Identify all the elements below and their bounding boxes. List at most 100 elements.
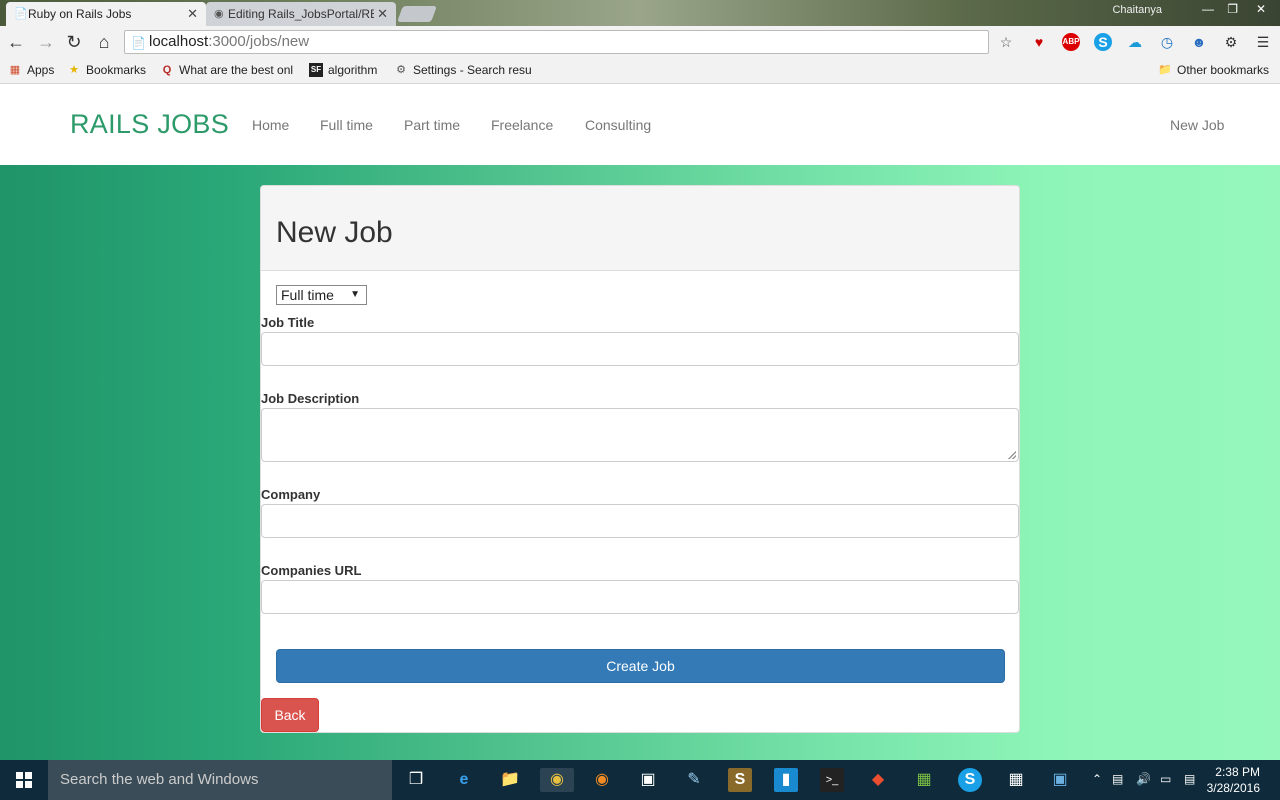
bookmark-label: algorithm (328, 63, 378, 77)
bookmark-algorithm[interactable]: SF algorithm (309, 63, 377, 77)
edge-icon[interactable]: e (452, 768, 476, 792)
close-window-icon[interactable]: ✕ (1256, 2, 1266, 16)
create-job-button[interactable]: Create Job (276, 649, 1005, 683)
skype-extension-icon[interactable]: S (1094, 33, 1112, 51)
new-job-panel: New Job Full time ▼ Job Title Job Descri… (260, 185, 1020, 733)
windows-taskbar: Search the web and Windows ❒ e 📁 ◉ ◉ ▣ ✎… (0, 760, 1280, 800)
back-arrow-icon[interactable]: ← (6, 32, 26, 52)
nav-link-home[interactable]: Home (252, 117, 289, 133)
task-view-icon[interactable]: ❒ (404, 768, 428, 792)
rails-extension-icon[interactable]: ♥ (1030, 33, 1048, 51)
home-icon[interactable]: ⌂ (94, 32, 114, 52)
nav-link-consulting[interactable]: Consulting (585, 117, 651, 133)
forward-arrow-icon[interactable]: → (36, 32, 56, 52)
close-icon[interactable]: ✕ (187, 6, 198, 22)
quora-icon: Q (162, 64, 172, 76)
star-icon: ★ (69, 64, 79, 76)
bookmark-star-icon[interactable]: ☆ (997, 33, 1015, 51)
history-icon[interactable]: ◷ (1158, 33, 1176, 51)
company-input[interactable] (261, 504, 1019, 538)
photos-icon[interactable]: ▣ (1048, 768, 1072, 792)
sf-icon: SF (309, 63, 323, 77)
close-icon[interactable]: ✕ (377, 6, 388, 22)
ghost-extension-icon[interactable]: ☁ (1126, 33, 1144, 51)
network-icon[interactable]: ▤ (1112, 772, 1123, 786)
account-extension-icon[interactable]: ☻ (1190, 33, 1208, 51)
sublime-text-icon[interactable]: S (728, 768, 752, 792)
restore-icon[interactable]: ❐ (1227, 2, 1238, 16)
github-icon: ◉ (214, 8, 224, 20)
firefox-icon[interactable]: ◉ (590, 768, 614, 792)
resize-handle-icon[interactable] (1008, 451, 1016, 459)
bookmark-apps[interactable]: ▦ Apps (8, 63, 55, 77)
page-icon: 📄 (131, 36, 146, 50)
bookmark-label: Bookmarks (86, 63, 147, 77)
back-button[interactable]: Back (261, 698, 319, 732)
address-bar[interactable]: 📄 localhost:3000/jobs/new (124, 30, 989, 54)
job-description-label: Job Description (261, 391, 360, 406)
terminal-icon[interactable]: >_ (820, 768, 844, 792)
taskbar-search[interactable]: Search the web and Windows (48, 760, 392, 800)
menu-icon[interactable]: ☰ (1254, 33, 1272, 51)
adblock-icon[interactable]: ABP (1062, 33, 1080, 51)
file-explorer-icon[interactable]: 📁 (498, 768, 522, 792)
bookmark-label: What are the best onl (179, 63, 294, 77)
bookmark-label: Settings - Search resu (413, 63, 532, 77)
skype-icon[interactable]: S (958, 768, 982, 792)
bookmark-settings[interactable]: ⚙ Settings - Search resu (394, 63, 532, 77)
chevron-up-icon[interactable]: ⌃ (1092, 772, 1102, 786)
job-type-select[interactable]: Full time ▼ (276, 285, 367, 305)
battery-icon[interactable]: ▭ (1160, 772, 1171, 786)
company-label: Company (261, 487, 321, 502)
job-title-label: Job Title (261, 315, 315, 330)
bookmark-quora[interactable]: Q What are the best onl (160, 63, 293, 77)
nav-link-full-time[interactable]: Full time (320, 117, 373, 133)
notifications-icon[interactable]: ▤ (1184, 772, 1195, 786)
app-icon[interactable]: ▮ (774, 768, 798, 792)
companies-url-label: Companies URL (261, 563, 362, 578)
reload-icon[interactable]: ↻ (64, 32, 84, 52)
job-type-value: Full time (281, 287, 334, 303)
bookmark-bookmarks[interactable]: ★ Bookmarks (67, 63, 146, 77)
windows-logo-icon (16, 772, 32, 788)
notes-icon[interactable]: ✎ (682, 768, 706, 792)
video-editor-icon[interactable]: ▦ (1004, 768, 1028, 792)
gear-icon: ⚙ (396, 64, 406, 76)
bookmarks-bar: ▦ Apps ★ Bookmarks Q What are the best o… (0, 58, 1280, 84)
tab-title: Ruby on Rails Jobs (28, 7, 132, 21)
nav-link-freelance[interactable]: Freelance (491, 117, 553, 133)
job-description-textarea[interactable] (261, 408, 1019, 462)
job-title-input[interactable] (261, 332, 1019, 366)
system-clock[interactable]: 2:38 PM 3/28/2016 (1207, 764, 1260, 796)
apps-grid-icon: ▦ (9, 64, 21, 76)
gear-icon[interactable]: ⚙ (1222, 33, 1240, 51)
nav-link-new-job[interactable]: New Job (1170, 117, 1224, 133)
companies-url-input[interactable] (261, 580, 1019, 614)
folder-icon: 📁 (1158, 64, 1172, 76)
caret-down-icon: ▼ (350, 289, 360, 300)
profile-name[interactable]: Chaitanya (1112, 4, 1162, 16)
other-bookmarks[interactable]: 📁 Other bookmarks (1158, 63, 1269, 77)
bookmark-label: Other bookmarks (1177, 63, 1270, 77)
main-content: New Job Full time ▼ Job Title Job Descri… (0, 165, 1280, 760)
site-navbar: RAILS JOBS Home Full time Part time Free… (0, 85, 1280, 165)
clock-date: 3/28/2016 (1206, 781, 1260, 795)
git-icon[interactable]: ◆ (866, 768, 890, 792)
panel-heading: New Job (261, 186, 1019, 271)
clock-time: 2:38 PM (1215, 765, 1260, 779)
brand-link[interactable]: RAILS JOBS (70, 109, 229, 140)
chrome-icon[interactable]: ◉ (540, 768, 574, 792)
tab-editing-rails-jobsportal[interactable]: ◉ Editing Rails_JobsPortal/RE ✕ (206, 2, 396, 26)
volume-icon[interactable]: 🔊 (1136, 772, 1151, 786)
office-icon[interactable]: ▦ (912, 768, 936, 792)
start-button[interactable] (0, 760, 48, 800)
url-host: localhost (149, 33, 209, 50)
tab-ruby-on-rails-jobs[interactable]: 📄 Ruby on Rails Jobs ✕ (6, 2, 206, 26)
page-icon: 📄 (14, 8, 28, 20)
camera-icon[interactable]: ▣ (636, 768, 660, 792)
browser-toolbar: ← → ↻ ⌂ 📄 localhost:3000/jobs/new ☆ ♥ AB… (0, 26, 1280, 58)
browser-tab-strip: 📄 Ruby on Rails Jobs ✕ ◉ Editing Rails_J… (0, 0, 1280, 26)
new-tab-button[interactable] (397, 6, 437, 22)
minimize-icon[interactable]: — (1202, 2, 1214, 16)
nav-link-part-time[interactable]: Part time (404, 117, 460, 133)
